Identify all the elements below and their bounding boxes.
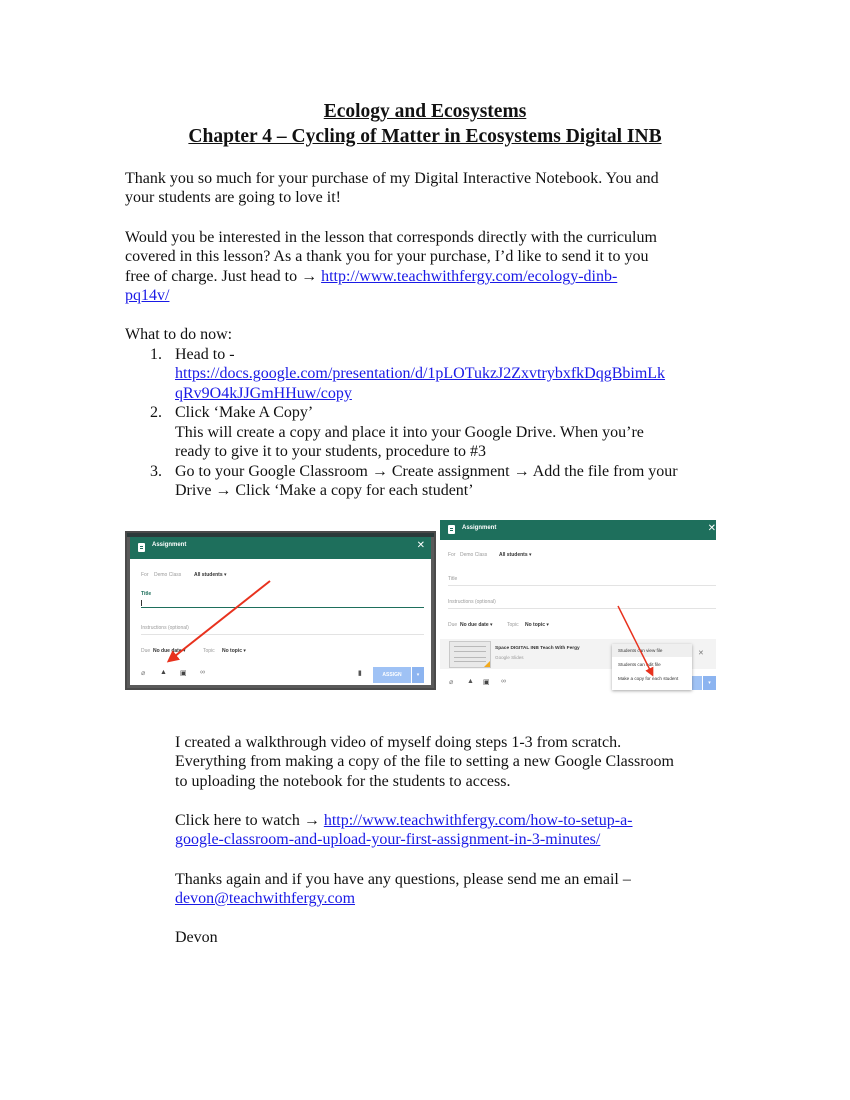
due-select: No due date ▾ [153,648,186,654]
watch-line-2: google-classroom-and-upload-your-first-a… [175,830,600,850]
title-label: Title [141,591,152,597]
for-label: For [141,572,149,578]
close-icon: ✕ [416,540,425,551]
instructions-placeholder: Instructions (optional) [141,625,189,631]
attachment-title: Space DIGITAL INB Teach With Fergy [495,646,580,651]
assign-button: ASSIGN [373,667,411,683]
due-label: Due [141,648,151,654]
text-cursor [141,600,142,606]
clipboard-icon [138,543,145,552]
menu-option-view: Students can view file [618,648,663,653]
copy-presentation-link[interactable]: https://docs.google.com/presentation/d/1… [175,365,665,382]
video-link-cont[interactable]: google-classroom-and-upload-your-first-a… [175,831,600,848]
dialog-title-2: Assignment [462,525,497,531]
menu-option-copy: Make a copy for each student [618,676,679,681]
topic-label-2: Topic [507,622,519,628]
step-1-link-line-1: https://docs.google.com/presentation/d/1… [175,364,665,384]
watch-prefix: Click here to watch → [175,812,324,829]
signature: Devon [175,929,218,946]
video-link[interactable]: http://www.teachwithfergy.com/how-to-set… [324,812,633,829]
due-select-2: No due date ▾ [460,622,493,628]
copy-presentation-link-cont[interactable]: qRv9O4kJJGmHHuw/copy [175,385,352,402]
assignment-dialog: Assignment ✕ For Demo Class All students… [130,537,431,685]
paperclip-icon: ⌀ [449,679,454,686]
instructions-underline-2 [448,608,716,609]
audience-select-2: All students ▾ [499,552,532,558]
step-1-text: Head to - [175,346,235,363]
step-2-detail-2: ready to give it to your students, proce… [175,443,487,460]
paperclip-icon: ⌀ [141,670,146,677]
step-1-link-line-2: qRv9O4kJJGmHHuw/copy [175,384,352,404]
clipboard-icon [448,525,455,534]
menu-option-edit: Students can edit file [618,662,661,667]
class-name: Demo Class [154,572,182,578]
step-3-text-2: Drive → Click ‘Make a copy for each stud… [175,482,474,499]
topic-select: No topic ▾ [222,648,246,654]
share-options-menu: Students can view file Students can edit… [612,644,692,690]
link-icon: ∞ [200,669,205,676]
offer-line-2: covered in this lesson? As a thank you f… [125,248,649,265]
drive-icon: ▲ [160,669,167,676]
instructions-underline [141,634,424,635]
step-1-number: 1. [150,346,162,363]
step-2-text: Click ‘Make A Copy’ [175,404,314,421]
topic-label: Topic [203,648,215,654]
remove-attachment-icon: ✕ [698,650,704,657]
email-link[interactable]: devon@teachwithfergy.com [175,890,355,907]
dialog-header: Assignment ✕ [130,537,431,559]
video-line-1: I created a walkthrough video of myself … [175,734,622,751]
intro-line-2: your students are going to love it! [125,189,341,206]
audience-select: All students ▾ [194,572,227,578]
watch-line-1: Click here to watch → http://www.teachwi… [175,811,633,831]
closing-line: Thanks again and if you have any questio… [175,871,631,888]
intro-line-1: Thank you so much for your purchase of m… [125,170,659,187]
lesson-link[interactable]: http://www.teachwithfergy.com/ecology-di… [321,268,617,285]
attachment-type: Google Slides [495,655,524,660]
step-2-number: 2. [150,404,162,421]
step-2-detail-1: This will create a copy and place it int… [175,424,644,441]
title-underline [141,607,424,608]
for-label-2: For [448,552,456,558]
dialog-header-2: Assignment ✕ [440,520,716,540]
offer-line-4: pq14v/ [125,286,169,306]
youtube-icon: ▣ [483,679,490,686]
assign-dropdown-2: ▾ [703,676,716,690]
step-3-text-1: Go to your Google Classroom → Create ass… [175,463,678,480]
trash-icon: ▮ [358,670,362,677]
document-title: Ecology and Ecosystems [323,101,527,122]
dialog-title: Assignment [152,542,187,548]
document-page: Ecology and Ecosystems Chapter 4 – Cycli… [0,0,850,1100]
offer-line-3: free of charge. Just head to → http://ww… [125,267,617,287]
close-icon: ✕ [707,523,716,534]
title-placeholder-2: Title [448,576,458,582]
video-line-2: Everything from making a copy of the fil… [175,753,674,770]
drive-icon: ▲ [467,678,474,685]
due-label-2: Due [448,622,458,628]
topic-select-2: No topic ▾ [525,622,549,628]
offer-line-1: Would you be interested in the lesson th… [125,229,657,246]
step-3-number: 3. [150,463,162,480]
screenshot-create-assignment: Assignment ✕ For Demo Class All students… [125,531,436,690]
email-line: devon@teachwithfergy.com [175,889,355,909]
youtube-icon: ▣ [180,670,187,677]
video-line-3: to uploading the notebook for the studen… [175,773,511,790]
link-icon: ∞ [501,678,506,685]
offer-prefix: free of charge. Just head to → [125,268,322,285]
document-subtitle: Chapter 4 – Cycling of Matter in Ecosyst… [188,126,662,147]
steps-heading: What to do now: [125,326,233,343]
title-underline-2 [448,585,716,586]
assign-dropdown: ▾ [412,667,424,683]
slides-thumbnail [449,641,491,668]
lesson-link-cont[interactable]: pq14v/ [125,287,169,304]
class-name-2: Demo Class [460,552,488,558]
instructions-placeholder-2: Instructions (optional) [448,599,496,605]
